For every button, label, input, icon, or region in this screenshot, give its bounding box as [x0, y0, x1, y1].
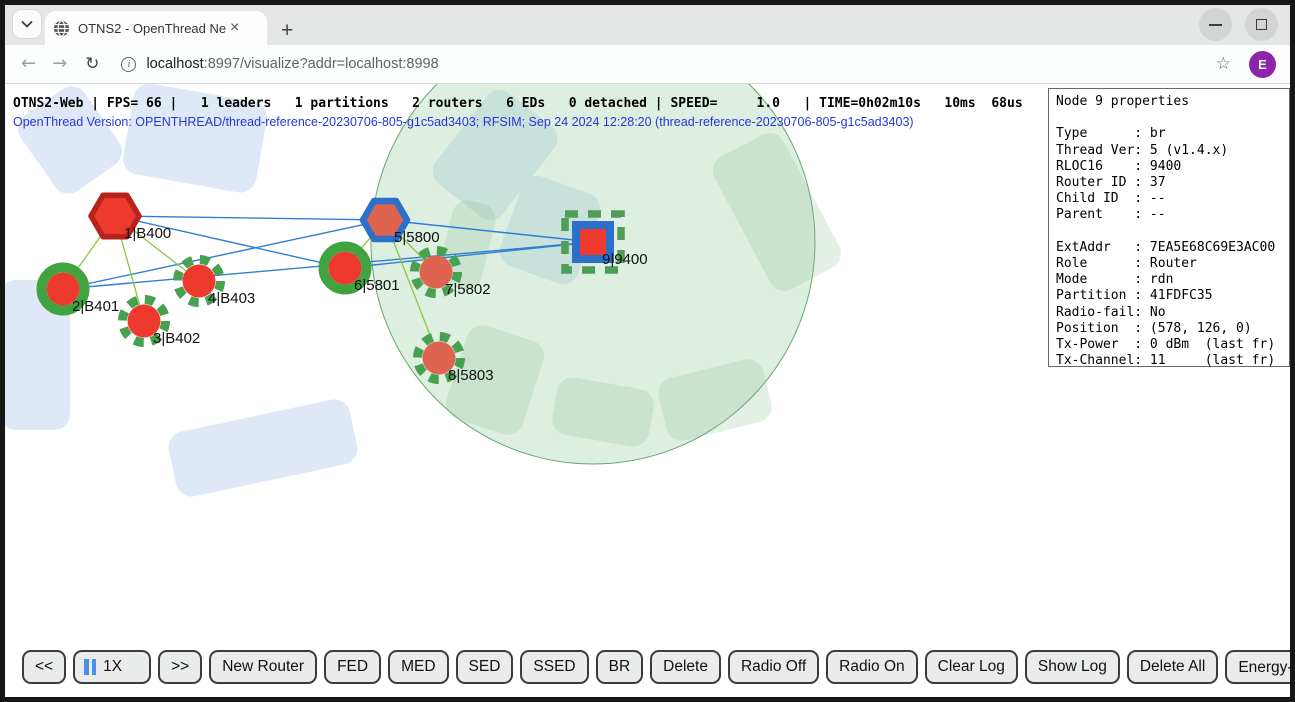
url-path: :8997/visualize?addr=localhost:8998	[204, 56, 439, 72]
button-label: BR	[609, 658, 631, 676]
new-tab-button[interactable]: +	[281, 20, 293, 41]
tab-search-chevron-button[interactable]	[13, 10, 41, 38]
button-med[interactable]: MED	[388, 650, 448, 684]
button-energy-stats[interactable]: Energy-stats ↗	[1225, 650, 1290, 684]
node-3-label: 3|B402	[153, 330, 200, 347]
button-radio-on[interactable]: Radio On	[826, 650, 917, 684]
action-button-bar: << 1X >> New Router FED MED SED SSED BR Delete Rad…	[22, 650, 1290, 684]
button-fed[interactable]: FED	[324, 650, 381, 684]
button->>[interactable]: >>	[158, 650, 202, 684]
button-label: <<	[35, 658, 53, 676]
node-5-label: 5|5800	[394, 229, 440, 246]
button-label: >>	[171, 658, 189, 676]
node-1-label: 1|B400	[124, 225, 171, 242]
pause-icon	[84, 659, 89, 675]
reload-button[interactable]: ↻	[85, 56, 99, 73]
browser-window: OTNS2 - OpenThread Ne × + ← → ↻ i localh…	[0, 0, 1295, 702]
button-label: Energy-stats ↗	[1238, 658, 1290, 677]
button-new-router[interactable]: New Router	[209, 650, 317, 684]
button-radio-off[interactable]: Radio Off	[728, 650, 819, 684]
button-label: Delete All	[1140, 658, 1205, 676]
node-6-label: 6|5801	[354, 277, 400, 294]
window-controls	[1199, 8, 1278, 41]
tab-close-icon[interactable]: ×	[230, 20, 239, 36]
node-9-label: 9|9400	[602, 251, 648, 268]
url-host: localhost	[146, 56, 203, 72]
tab-favicon-globe-icon	[53, 20, 70, 37]
address-bar[interactable]: localhost:8997/visualize?addr=localhost:…	[146, 56, 438, 72]
watermark-segment	[166, 396, 361, 499]
button-show-log[interactable]: Show Log	[1025, 650, 1120, 684]
maximize-icon	[1256, 19, 1267, 30]
button-label: SED	[469, 658, 501, 676]
button-delete[interactable]: Delete	[650, 650, 721, 684]
router-link	[115, 216, 385, 220]
button-label: FED	[337, 658, 368, 676]
button-1x[interactable]: 1X	[73, 650, 151, 684]
browser-toolbar: ← → ↻ i localhost:8997/visualize?addr=lo…	[5, 45, 1290, 84]
pause-icon	[92, 659, 97, 675]
forward-button[interactable]: →	[52, 55, 67, 73]
button-delete-all[interactable]: Delete All	[1127, 650, 1218, 684]
back-button[interactable]: ←	[21, 55, 36, 73]
node-8-label: 8|5803	[448, 367, 494, 384]
button-<<[interactable]: <<	[22, 650, 66, 684]
button-ssed[interactable]: SSED	[520, 650, 588, 684]
window-maximize-button[interactable]	[1245, 8, 1278, 41]
button-label: MED	[401, 658, 435, 676]
button-label: Radio On	[839, 658, 904, 676]
button-label: 1X	[103, 658, 122, 676]
button-sed[interactable]: SED	[456, 650, 514, 684]
button-clear-log[interactable]: Clear Log	[925, 650, 1018, 684]
browser-tab-active[interactable]: OTNS2 - OpenThread Ne ×	[45, 11, 267, 45]
button-label: SSED	[533, 658, 575, 676]
bookmark-star-icon[interactable]: ☆	[1216, 54, 1231, 74]
button-label: Radio Off	[741, 658, 806, 676]
site-info-icon[interactable]: i	[121, 57, 136, 72]
minimize-icon	[1209, 24, 1222, 26]
tab-bar: OTNS2 - OpenThread Ne × +	[5, 5, 1290, 45]
tab-title: OTNS2 - OpenThread Ne	[78, 21, 226, 36]
button-label: Show Log	[1038, 658, 1107, 676]
node-properties-panel: Node 9 properties Type : br Thread Ver: …	[1048, 88, 1290, 367]
node-2-label: 2|B401	[72, 298, 119, 315]
otns-visualizer-canvas: 1|B400 2|B401 3|B402 4|B403 5|5800 6|5801 7|58…	[5, 84, 1290, 697]
button-label: New Router	[222, 658, 304, 676]
node-4-label: 4|B403	[208, 290, 255, 307]
node-7-label: 7|5802	[445, 281, 491, 298]
profile-avatar[interactable]: E	[1249, 51, 1276, 78]
button-label: Clear Log	[938, 658, 1005, 676]
window-minimize-button[interactable]	[1199, 8, 1232, 41]
button-label: Delete	[663, 658, 708, 676]
simulation-status-bar: OTNS2-Web | FPS= 66 | 1 leaders 1 partit…	[13, 96, 1023, 111]
button-br[interactable]: BR	[596, 650, 644, 684]
chevron-down-icon	[21, 20, 33, 28]
openthread-version-line: OpenThread Version: OPENTHREAD/thread-re…	[13, 115, 914, 129]
